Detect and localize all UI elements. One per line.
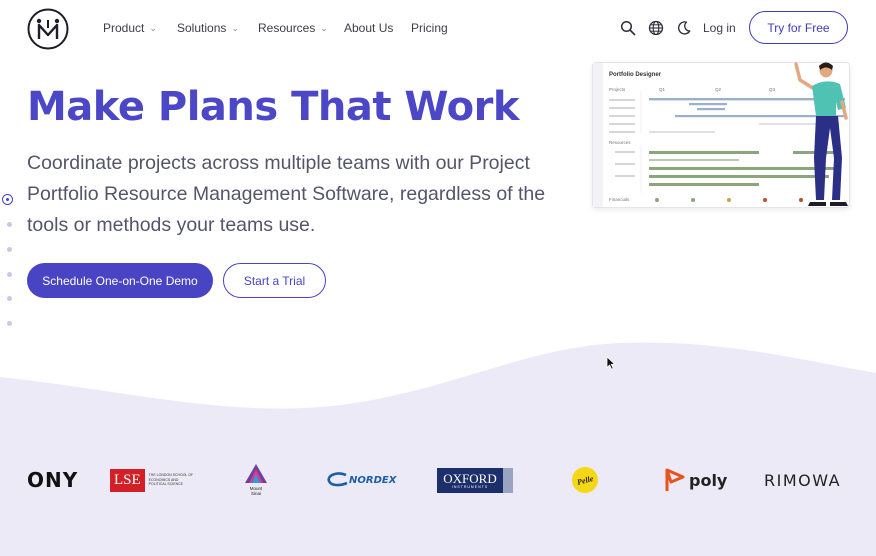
wave-background [0, 342, 876, 556]
chevron-down-icon: ⌄ [231, 23, 239, 33]
nav-resources[interactable]: Resources ⌄ [258, 21, 328, 35]
moon-icon[interactable] [676, 20, 692, 36]
nav-pricing[interactable]: Pricing [411, 21, 448, 35]
client-logos-strip: ONY LSE THE LONDON SCHOOL OF ECONOMICS A… [0, 455, 876, 505]
hero-title: Make Plans That Work [27, 84, 519, 130]
client-logo-mount-sinai: Mount Sinai [244, 455, 268, 505]
slide-dot[interactable] [7, 272, 12, 277]
hero-illustration: Portfolio Designer Projects Q1 Q2 Q3 Res… [590, 58, 862, 213]
nav-solutions[interactable]: Solutions ⌄ [177, 21, 239, 35]
chevron-down-icon: ⌄ [320, 23, 328, 33]
start-trial-button[interactable]: Start a Trial [223, 263, 326, 298]
client-logo-poly: poly [663, 455, 727, 505]
slide-dot-active[interactable] [2, 194, 13, 205]
client-logo-lse: LSE THE LONDON SCHOOL OF ECONOMICS AND P… [110, 455, 195, 505]
m-monogram-logo[interactable] [27, 8, 69, 50]
client-logo-nordex: NORDEX [326, 455, 396, 505]
chevron-down-icon: ⌄ [149, 23, 157, 33]
mountain-icon [245, 464, 267, 483]
slide-dot[interactable] [7, 247, 12, 252]
slide-dot[interactable] [7, 296, 12, 301]
person-illustration [794, 62, 848, 206]
globe-icon[interactable] [648, 20, 664, 36]
top-navigation: Product ⌄ Solutions ⌄ Resources ⌄ About Us … [0, 0, 876, 58]
nordex-swoosh-icon [327, 472, 348, 487]
client-logo-rimowa: RIMOWA [764, 470, 842, 490]
nav-product[interactable]: Product ⌄ [103, 21, 157, 35]
login-link[interactable]: Log in [703, 21, 736, 35]
client-logo-sony: ONY [27, 468, 79, 492]
search-icon[interactable] [620, 20, 636, 36]
hero-subtitle: Coordinate projects across multiple team… [27, 152, 546, 236]
slide-dot[interactable] [7, 222, 12, 227]
nav-about-us[interactable]: About Us [344, 21, 393, 35]
poly-propeller-icon [665, 468, 685, 491]
try-for-free-button[interactable]: Try for Free [749, 11, 848, 44]
schedule-demo-button[interactable]: Schedule One-on-One Demo [27, 263, 213, 298]
client-logo-oxford-instruments: OXFORD INSTRUMENTS [437, 455, 513, 505]
mouse-cursor-icon [606, 356, 616, 370]
slide-dot[interactable] [7, 321, 12, 326]
client-logo-pelle: Pelle [572, 455, 598, 505]
